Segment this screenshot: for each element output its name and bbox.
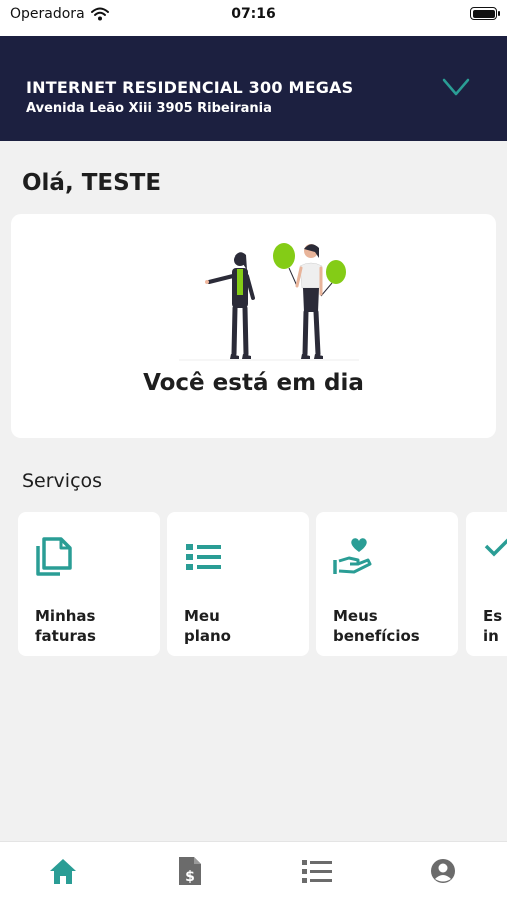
people-balloons-illustration [179,243,359,361]
greeting: Olá, TESTE [22,170,162,196]
chevron-down-icon[interactable] [440,74,472,100]
service-card-plan[interactable]: Meu plano [167,512,309,656]
plan-header[interactable]: INTERNET RESIDENCIAL 300 MEGAS Avenida L… [0,36,507,141]
service-label-plan: Meu plano [184,607,231,645]
list-icon [302,860,332,883]
battery-icon [470,7,500,20]
status-message: Você está em dia [143,370,364,396]
service-card-invoices[interactable]: Minhas faturas [18,512,160,656]
payment-status-card: Você está em dia [11,214,496,438]
tab-profile[interactable] [423,854,463,888]
services-carousel[interactable]: Minhas faturas Meu plano Meus benefícios [18,512,507,657]
documents-icon [36,537,72,576]
tab-invoice[interactable]: $ [170,854,210,888]
service-label-invoices: Minhas faturas [35,607,96,645]
plan-address: Avenida Leão Xiii 3905 Ribeirania [26,101,272,116]
heart-hand-icon [333,538,372,574]
service-card-benefits[interactable]: Meus benefícios [316,512,458,656]
plan-title: INTERNET RESIDENCIAL 300 MEGAS [26,78,354,97]
svg-text:$: $ [185,869,195,885]
clock: 07:16 [231,6,276,22]
service-card-partial[interactable]: Es in [466,512,507,656]
bottom-tab-bar: $ [0,841,507,900]
profile-icon [431,859,455,883]
list-icon [186,544,221,570]
check-icon [484,538,507,557]
services-title: Serviços [22,470,103,492]
status-bar: Operadora 07:16 [0,0,507,36]
tab-list[interactable] [297,854,337,888]
invoice-icon: $ [179,857,201,885]
service-label-partial: Es in [483,607,503,645]
home-icon [50,859,76,884]
service-label-benefits: Meus benefícios [333,607,420,645]
tab-home[interactable] [43,854,83,888]
